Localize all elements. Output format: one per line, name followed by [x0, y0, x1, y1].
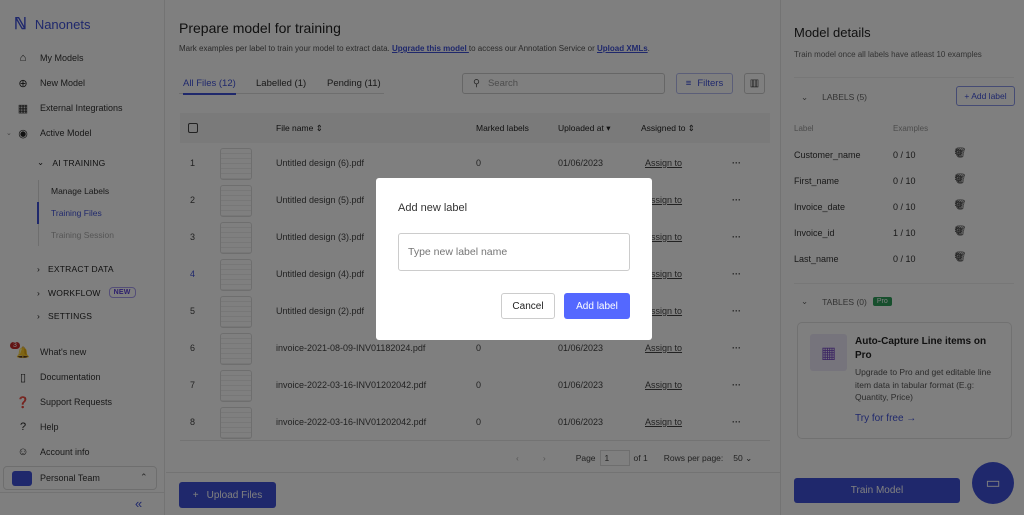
add-label-confirm-button[interactable]: Add label — [564, 293, 630, 319]
label-name-input[interactable] — [398, 233, 630, 271]
add-label-dialog: Add new label Cancel Add label — [376, 178, 652, 340]
dialog-title: Add new label — [398, 202, 468, 214]
cancel-button[interactable]: Cancel — [501, 293, 555, 319]
